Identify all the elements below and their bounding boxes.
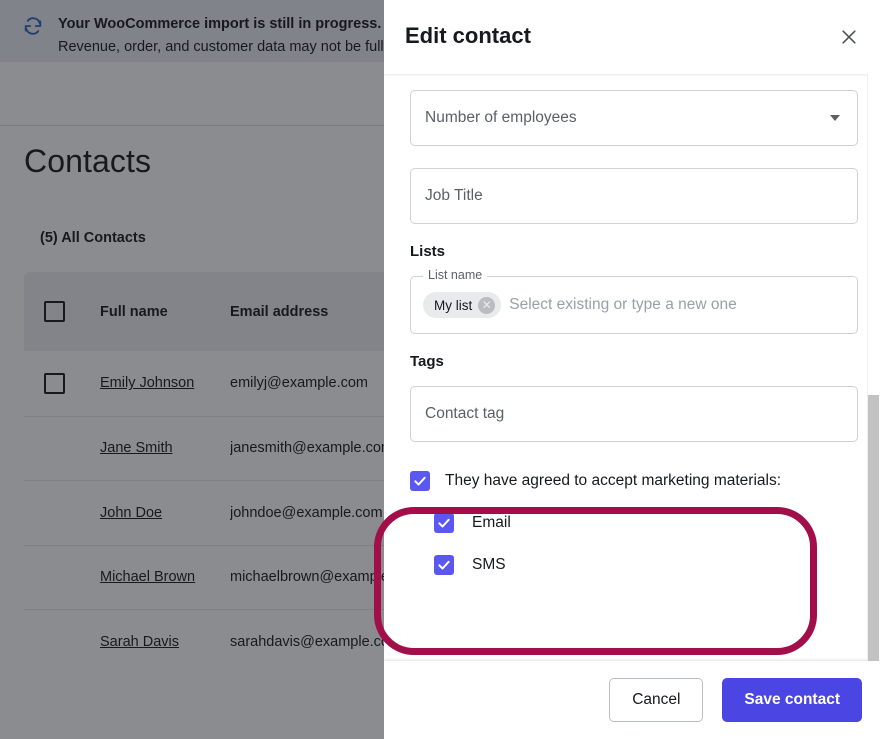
modal-scrollbar-thumb[interactable] — [868, 395, 879, 661]
contact-tag-input[interactable]: Contact tag — [410, 386, 858, 442]
save-contact-button[interactable]: Save contact — [722, 678, 862, 722]
chevron-down-icon — [830, 115, 840, 121]
row-checkbox-cell[interactable] — [44, 372, 100, 394]
sync-refresh-icon — [22, 15, 44, 37]
consent-sms-row[interactable]: SMS — [434, 548, 854, 582]
screen-root: Your WooCommerce import is still in prog… — [0, 0, 880, 739]
consent-email-row[interactable]: Email — [434, 506, 854, 540]
remove-chip-icon[interactable]: ✕ — [478, 296, 496, 314]
contact-name-link[interactable]: Michael Brown — [100, 569, 230, 585]
contact-name-link[interactable]: Sarah Davis — [100, 634, 230, 650]
number-of-employees-select[interactable]: Number of employees — [410, 90, 858, 146]
consent-sms-checkbox[interactable] — [434, 555, 454, 575]
consent-sms-label: SMS — [472, 556, 506, 573]
list-name-field-content[interactable]: My list ✕ Select existing or type a new … — [410, 276, 858, 334]
modal-body: Number of employees Job Title Lists List… — [384, 74, 880, 661]
row-checkbox[interactable] — [44, 372, 65, 394]
modal-footer: Cancel Save contact — [384, 661, 880, 739]
job-title-input[interactable]: Job Title — [410, 168, 858, 224]
number-of-employees-placeholder: Number of employees — [425, 109, 577, 126]
banner-text-block: Your WooCommerce import is still in prog… — [58, 13, 391, 59]
consent-email-checkbox[interactable] — [434, 513, 454, 533]
page-title: Contacts — [24, 143, 152, 179]
consent-main-row[interactable]: They have agreed to accept marketing mat… — [410, 464, 854, 498]
modal-header: Edit contact — [384, 0, 880, 74]
tags-section-label: Tags — [410, 353, 444, 370]
marketing-consent-block: They have agreed to accept marketing mat… — [410, 464, 854, 582]
column-header-full-name[interactable]: Full name — [100, 304, 230, 320]
job-title-placeholder: Job Title — [425, 187, 483, 204]
contact-name-link[interactable]: Emily Johnson — [100, 375, 230, 391]
list-name-placeholder: Select existing or type a new one — [509, 296, 737, 313]
list-name-field[interactable]: List name My list ✕ Select existing or t… — [410, 268, 858, 334]
lists-section-label: Lists — [410, 243, 446, 260]
close-icon[interactable] — [832, 20, 866, 54]
list-chip[interactable]: My list ✕ — [423, 292, 502, 318]
banner-headline: Your WooCommerce import is still in prog… — [58, 16, 382, 32]
contact-name-link[interactable]: Jane Smith — [100, 440, 230, 456]
select-all-checkbox-cell[interactable] — [44, 301, 100, 322]
contact-tag-placeholder: Contact tag — [425, 405, 505, 422]
modal-title: Edit contact — [405, 23, 531, 48]
list-chip-label: My list — [434, 297, 473, 313]
cancel-button[interactable]: Cancel — [609, 678, 704, 722]
select-all-checkbox[interactable] — [44, 301, 65, 322]
consent-main-checkbox[interactable] — [410, 471, 430, 491]
list-name-label: List name — [423, 268, 488, 282]
contacts-filter-label: (5) All Contacts — [40, 230, 146, 246]
consent-email-label: Email — [472, 514, 511, 531]
banner-subtext: Revenue, order, and customer data may no… — [58, 39, 391, 55]
modal-scrollbar[interactable] — [867, 74, 880, 661]
consent-main-label: They have agreed to accept marketing mat… — [445, 472, 782, 489]
edit-contact-modal: Edit contact Number of employees Job Tit… — [384, 0, 880, 739]
contact-name-link[interactable]: John Doe — [100, 505, 230, 521]
